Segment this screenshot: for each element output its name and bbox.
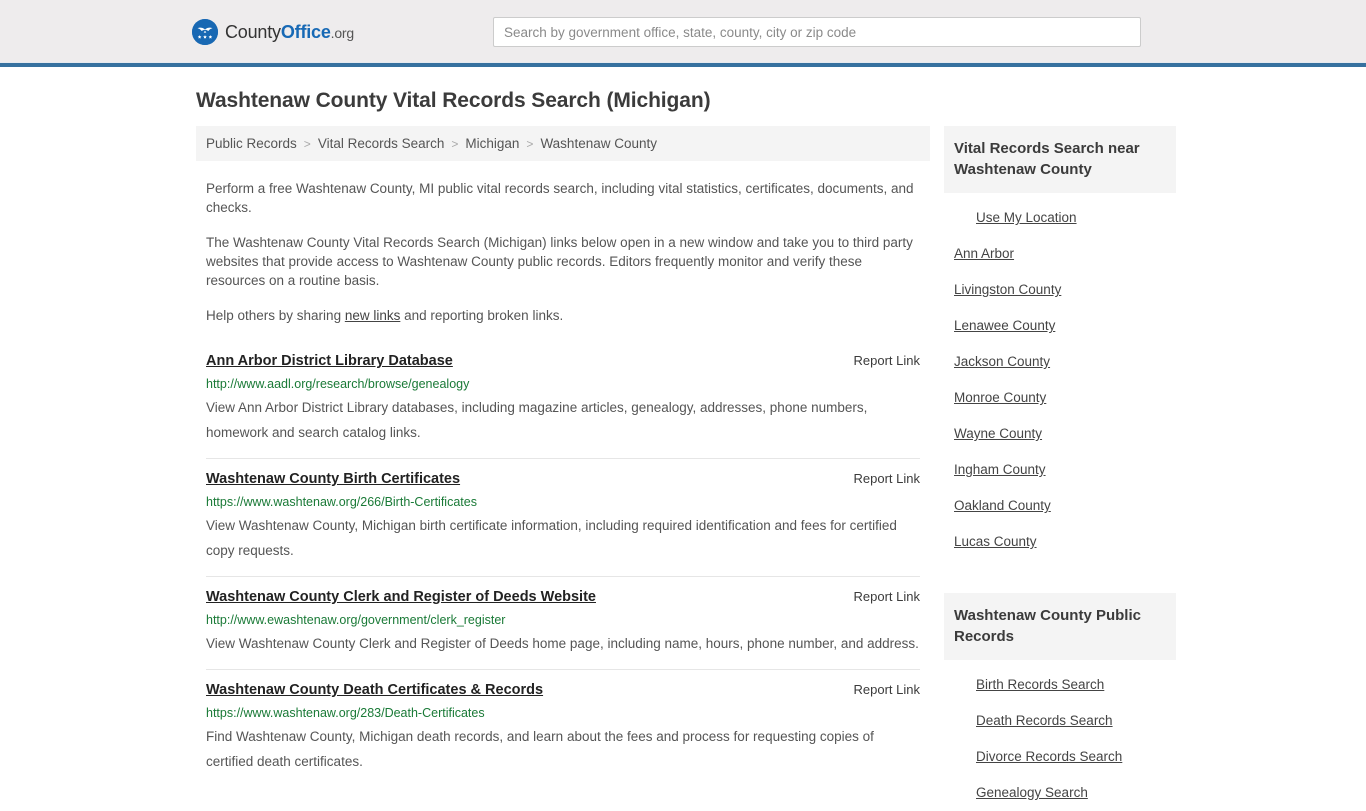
result-url[interactable]: http://www.aadl.org/research/browse/gene… xyxy=(206,376,920,392)
sidebar-item-ingham-county[interactable]: Ingham County xyxy=(944,452,1176,488)
breadcrumb: Public Records > Vital Records Search > … xyxy=(196,126,930,161)
result-description: View Ann Arbor District Library database… xyxy=(206,400,868,440)
list-item: Ingham County xyxy=(944,452,1176,488)
logo-word-office: Office xyxy=(280,22,331,42)
sidebar-item-birth-records-search[interactable]: Birth Records Search xyxy=(944,667,1176,703)
sidebar-item-use-my-location[interactable]: Use My Location xyxy=(944,200,1176,236)
list-item: Livingston County xyxy=(944,272,1176,308)
list-item: Death Records Search xyxy=(944,703,1176,739)
list-item: Birth Records Search xyxy=(944,667,1176,703)
site-logo-text: CountyOffice.org xyxy=(225,23,354,41)
result-url[interactable]: http://www.ewashtenaw.org/government/cle… xyxy=(206,612,920,628)
sidebar-heading-public-records: Washtenaw County Public Records xyxy=(944,593,1176,660)
list-item: Ann Arbor xyxy=(944,236,1176,272)
list-item: Genealogy Search xyxy=(944,775,1176,811)
sidebar-item-death-records-search[interactable]: Death Records Search xyxy=(944,703,1176,739)
result-description: Find Washtenaw County, Michigan death re… xyxy=(206,729,874,769)
breadcrumb-item-public-records[interactable]: Public Records xyxy=(206,136,297,151)
results-list: Ann Arbor District Library Database Repo… xyxy=(196,343,930,787)
breadcrumb-item-vital-records-search[interactable]: Vital Records Search xyxy=(318,136,445,151)
content-wrap: Washtenaw County Vital Records Search (M… xyxy=(0,67,1366,811)
intro-paragraph-2: The Washtenaw County Vital Records Searc… xyxy=(206,235,913,288)
report-link-button[interactable]: Report Link xyxy=(854,351,920,371)
header-inner: CountyOffice.org xyxy=(0,0,1366,63)
result-url[interactable]: https://www.washtenaw.org/266/Birth-Cert… xyxy=(206,494,920,510)
list-item: Jackson County xyxy=(944,344,1176,380)
sidebar-item-monroe-county[interactable]: Monroe County xyxy=(944,380,1176,416)
page-container: Washtenaw County Vital Records Search (M… xyxy=(0,67,1366,811)
site-logo-link[interactable]: CountyOffice.org xyxy=(192,19,354,45)
result-item: Washtenaw County Birth Certificates Repo… xyxy=(206,458,920,576)
result-header: Washtenaw County Birth Certificates Repo… xyxy=(206,469,920,489)
result-item: Washtenaw County Death Certificates & Re… xyxy=(206,669,920,787)
report-link-button[interactable]: Report Link xyxy=(854,587,920,607)
main-column: Public Records > Vital Records Search > … xyxy=(196,126,930,787)
sidebar-item-genealogy-search[interactable]: Genealogy Search xyxy=(944,775,1176,811)
result-item: Ann Arbor District Library Database Repo… xyxy=(206,343,920,458)
result-header: Washtenaw County Clerk and Register of D… xyxy=(206,587,920,607)
sidebar: Vital Records Search near Washtenaw Coun… xyxy=(944,126,1176,811)
list-item: Lucas County xyxy=(944,524,1176,560)
page-title: Washtenaw County Vital Records Search (M… xyxy=(196,89,711,112)
search-input[interactable] xyxy=(493,17,1141,47)
sidebar-item-lenawee-county[interactable]: Lenawee County xyxy=(944,308,1176,344)
list-item: Lenawee County xyxy=(944,308,1176,344)
list-item: Oakland County xyxy=(944,488,1176,524)
result-title-link[interactable]: Ann Arbor District Library Database xyxy=(206,351,453,371)
sidebar-heading-nearby: Vital Records Search near Washtenaw Coun… xyxy=(944,126,1176,193)
sidebar-public-records-list: Birth Records Search Death Records Searc… xyxy=(944,660,1176,811)
result-header: Washtenaw County Death Certificates & Re… xyxy=(206,680,920,700)
list-item: Divorce Records Search xyxy=(944,739,1176,775)
intro-p3-before: Help others by sharing xyxy=(206,308,345,323)
result-item: Washtenaw County Clerk and Register of D… xyxy=(206,576,920,669)
intro-paragraph-1: Perform a free Washtenaw County, MI publ… xyxy=(206,181,914,215)
sidebar-item-lucas-county[interactable]: Lucas County xyxy=(944,524,1176,560)
result-description: View Washtenaw County Clerk and Register… xyxy=(206,636,919,651)
list-item: Use My Location xyxy=(944,200,1176,236)
result-title-link[interactable]: Washtenaw County Clerk and Register of D… xyxy=(206,587,596,607)
result-title-link[interactable]: Washtenaw County Death Certificates & Re… xyxy=(206,680,543,700)
report-link-button[interactable]: Report Link xyxy=(854,680,920,700)
eagle-shield-icon xyxy=(192,19,218,45)
sidebar-nearby-list: Use My Location Ann Arbor Livingston Cou… xyxy=(944,193,1176,560)
new-links-link[interactable]: new links xyxy=(345,308,401,323)
breadcrumb-separator: > xyxy=(451,136,459,151)
report-link-button[interactable]: Report Link xyxy=(854,469,920,489)
breadcrumb-item-michigan[interactable]: Michigan xyxy=(465,136,519,151)
sidebar-item-jackson-county[interactable]: Jackson County xyxy=(944,344,1176,380)
result-header: Ann Arbor District Library Database Repo… xyxy=(206,351,920,371)
sidebar-item-wayne-county[interactable]: Wayne County xyxy=(944,416,1176,452)
sidebar-item-livingston-county[interactable]: Livingston County xyxy=(944,272,1176,308)
site-header: CountyOffice.org xyxy=(0,0,1366,63)
result-description: View Washtenaw County, Michigan birth ce… xyxy=(206,518,897,558)
columns: Public Records > Vital Records Search > … xyxy=(196,126,1366,811)
search-container xyxy=(493,17,1141,47)
intro-paragraph-3: Help others by sharing new links and rep… xyxy=(206,306,920,325)
logo-word-county: County xyxy=(225,22,281,42)
breadcrumb-separator: > xyxy=(303,136,311,151)
result-url[interactable]: https://www.washtenaw.org/283/Death-Cert… xyxy=(206,705,920,721)
sidebar-section-public-records: Washtenaw County Public Records Birth Re… xyxy=(944,593,1176,811)
intro-p3-after: and reporting broken links. xyxy=(400,308,564,323)
list-item: Monroe County xyxy=(944,380,1176,416)
result-title-link[interactable]: Washtenaw County Birth Certificates xyxy=(206,469,460,489)
intro-section: Perform a free Washtenaw County, MI publ… xyxy=(196,179,930,325)
sidebar-item-divorce-records-search[interactable]: Divorce Records Search xyxy=(944,739,1176,775)
sidebar-item-oakland-county[interactable]: Oakland County xyxy=(944,488,1176,524)
sidebar-item-ann-arbor[interactable]: Ann Arbor xyxy=(944,236,1176,272)
sidebar-section-nearby: Vital Records Search near Washtenaw Coun… xyxy=(944,126,1176,560)
logo-word-org: .org xyxy=(330,25,355,41)
breadcrumb-separator: > xyxy=(526,136,534,151)
list-item: Wayne County xyxy=(944,416,1176,452)
breadcrumb-item-washtenaw-county: Washtenaw County xyxy=(540,136,657,151)
